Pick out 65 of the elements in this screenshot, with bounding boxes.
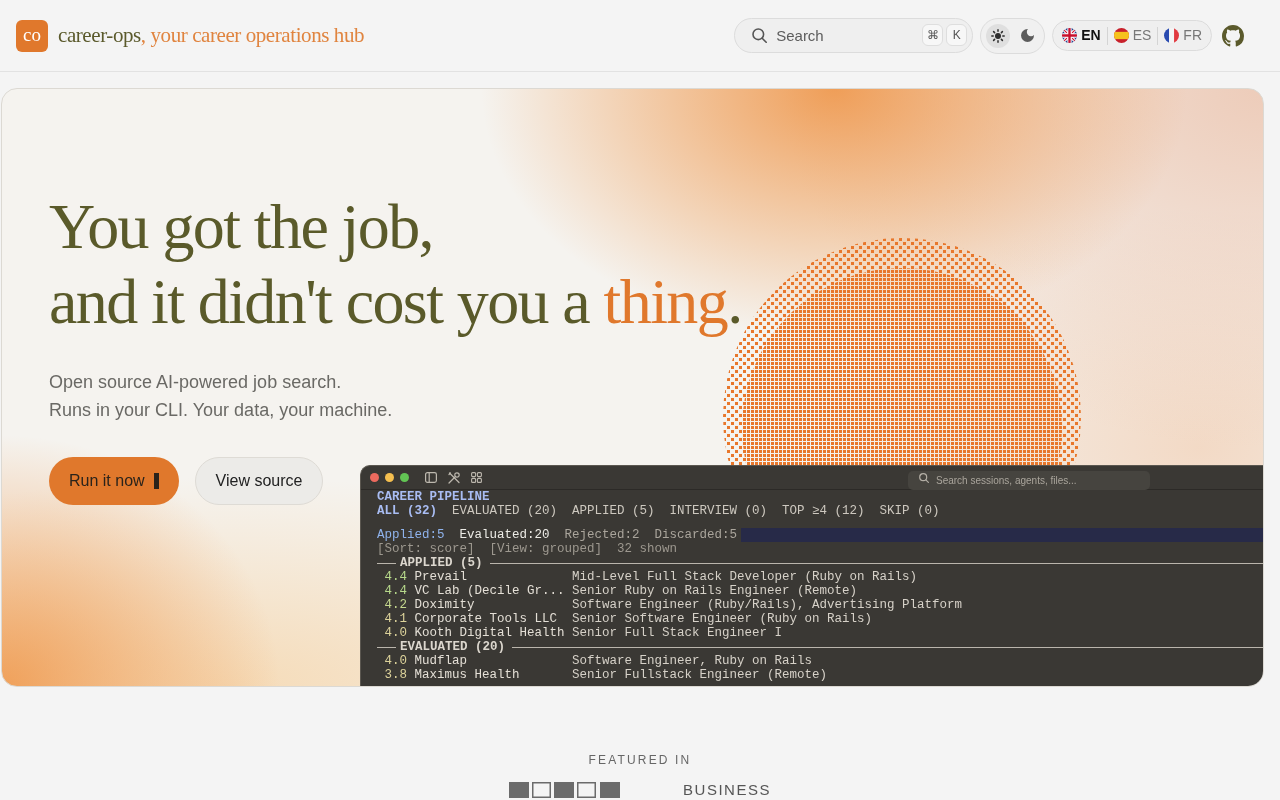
publication-logo: BUSINESS <box>683 782 771 798</box>
sidebar-icon <box>425 472 437 483</box>
shortcut-key: K <box>946 24 968 46</box>
status-count: Applied:5 <box>377 528 445 542</box>
job-title: Senior Software Engineer (Ruby on Rails) <box>572 612 873 626</box>
search-icon <box>752 28 768 43</box>
boxed-logo-icon <box>509 782 621 798</box>
job-title: Senior Ruby on Rails Engineer (Remote) <box>572 584 858 598</box>
site-title[interactable]: career-ops, your career operations hub <box>58 25 365 46</box>
status-count: Evaluated:20 <box>459 528 550 542</box>
language-option[interactable]: EN <box>1056 23 1107 48</box>
pipeline-tab[interactable]: TOP ≥4 (12) <box>782 504 865 518</box>
status-count: Discarded:5 <box>654 528 738 542</box>
job-title: Senior Fullstack Engineer (Remote) <box>572 668 828 682</box>
match-score: 4.4 <box>384 570 407 584</box>
company-name: Corporate Tools LLC <box>414 612 558 626</box>
company-name: VC Lab (Decile Gr... <box>414 584 565 598</box>
company-name: Kooth Digital Health <box>414 626 565 640</box>
language-option[interactable]: FR <box>1158 23 1208 48</box>
company-name: Mudflap <box>414 654 467 668</box>
github-icon[interactable] <box>1222 24 1244 47</box>
status-count: Rejected:2 <box>564 528 640 542</box>
job-title: Mid-Level Full Stack Developer (Ruby on Rails) <box>572 570 918 584</box>
job-title: Software Engineer, Ruby on Rails <box>572 654 813 668</box>
pipeline-tab[interactable]: EVALUATED (20) <box>452 504 558 518</box>
window-zoom-icon <box>400 473 409 482</box>
pipeline-tab[interactable]: SKIP (0) <box>879 504 940 518</box>
view-source-button[interactable]: View source <box>194 457 324 505</box>
pipeline-tab[interactable]: APPLIED (5) <box>572 504 655 518</box>
light-mode-button[interactable] <box>986 23 1011 48</box>
match-score: 3.8 <box>384 668 407 682</box>
pipeline-title: CAREER PIPELINE <box>377 490 490 504</box>
pipeline-tab[interactable]: ALL (32) <box>377 504 437 518</box>
language-option[interactable]: ES <box>1107 23 1158 48</box>
job-title: Software Engineer (Ruby/Rails), Advertising Platform <box>572 598 963 612</box>
match-score: 4.1 <box>384 612 407 626</box>
subtitle-line: Runs in your CLI. Your data, your machine. <box>49 399 393 422</box>
spain-flag-icon <box>1113 28 1129 43</box>
session-search-field[interactable]: Search sessions, agents, files... <box>908 471 1150 490</box>
view-info: [Sort: score] [View: grouped] 32 shown <box>377 542 678 556</box>
run-button[interactable]: Run it now <box>49 457 179 505</box>
window-close-icon <box>370 473 379 482</box>
match-score: 4.2 <box>384 598 407 612</box>
search-icon <box>919 472 929 483</box>
uk-flag-icon <box>1062 28 1078 43</box>
shortcut-key: ⌘ <box>922 24 944 46</box>
company-name: Maximus Health <box>414 668 520 682</box>
match-score: 4.0 <box>384 626 407 640</box>
moon-icon <box>1020 29 1034 42</box>
job-title: Senior Full Stack Engineer I <box>572 626 783 640</box>
pipeline-tab[interactable]: INTERVIEW (0) <box>669 504 768 518</box>
tools-icon <box>448 471 460 484</box>
subtitle-line: Open source AI-powered job search. <box>49 371 342 394</box>
match-score: 4.4 <box>384 584 407 598</box>
sun-icon <box>991 28 1006 43</box>
grid-icon <box>471 472 482 483</box>
company-name: Doximity <box>414 598 475 612</box>
section-heading: APPLIED (5) <box>400 556 483 570</box>
company-name: Prevail <box>414 570 467 584</box>
section-heading: EVALUATED (20) <box>400 640 506 654</box>
france-flag-icon <box>1164 28 1180 43</box>
featured-label: FEATURED IN <box>588 752 692 769</box>
match-score: 4.0 <box>384 654 407 668</box>
window-minimize-icon <box>385 473 394 482</box>
hero-headline: You got the job, and it didn't cost you a thing. <box>49 190 742 339</box>
